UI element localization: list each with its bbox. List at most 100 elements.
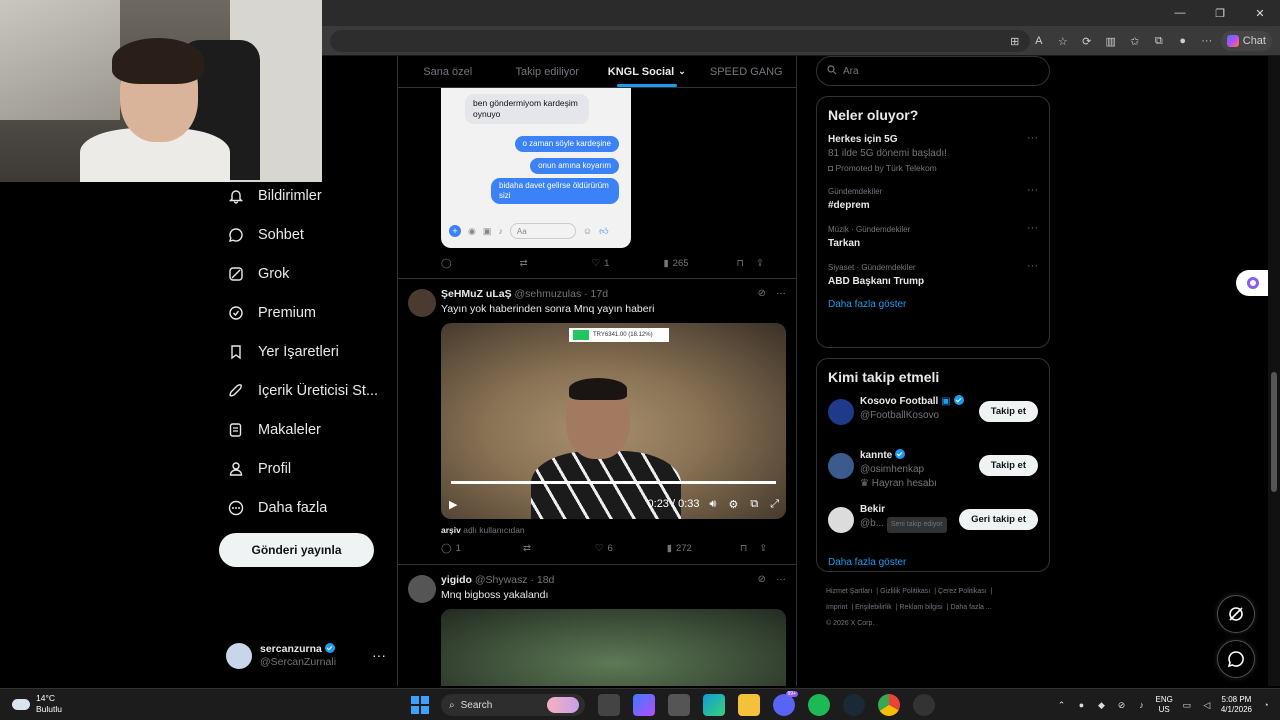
scrollbar-thumb[interactable] [1271, 372, 1277, 492]
post-timestamp[interactable]: · 17d [584, 288, 608, 300]
search-input[interactable]: Ara [816, 56, 1050, 86]
copilot-app-icon[interactable] [633, 694, 655, 716]
bookmark-button[interactable]: ⊓ [737, 258, 744, 269]
more-icon[interactable]: ··· [1027, 259, 1038, 273]
post-image-chat-screenshot[interactable]: ben göndermiyom kardeşim oynuyo o zaman … [441, 88, 631, 248]
nav-articles[interactable]: Makaleler [218, 410, 393, 449]
suggested-account[interactable]: Kosovo Football ▣ @FootballKosovo Takip … [828, 395, 1038, 439]
more-icon[interactable]: ··· [776, 288, 786, 299]
nav-chat[interactable]: Sohbet [218, 215, 393, 254]
display-icon[interactable]: ▭ [1181, 699, 1193, 711]
show-more-link[interactable]: Daha fazla göster [828, 299, 1038, 310]
favorites-icon[interactable]: ✩ [1125, 31, 1145, 51]
trend-item[interactable]: Herkes için 5G 81 ilde 5G dönemi başladı… [828, 132, 1038, 175]
grok-icon[interactable]: ⊘ [758, 574, 766, 585]
post-author-name[interactable]: yigido [441, 574, 472, 586]
chrome-app-icon[interactable] [878, 694, 900, 716]
windows-start-icon[interactable] [411, 696, 429, 714]
avatar[interactable] [408, 575, 436, 603]
more-icon[interactable]: ··· [776, 574, 786, 585]
task-view-icon[interactable] [598, 694, 620, 716]
steam-app-icon[interactable] [843, 694, 865, 716]
tab-following[interactable]: Takip ediliyor [498, 56, 598, 87]
footer-link[interactable]: Çerez Politikası [938, 588, 987, 595]
account-switcher[interactable]: sercanzurna @SercanZurnali ··· [226, 641, 386, 671]
reply-button[interactable]: ◯ [441, 258, 452, 269]
suggested-account[interactable]: Bekir @b... Seni takip ediyor Geri takip… [828, 503, 1038, 547]
post-timestamp[interactable]: · 18d [530, 574, 554, 586]
tab-for-you[interactable]: Sana özel [398, 56, 498, 87]
more-icon[interactable]: ··· [1027, 221, 1038, 235]
like-button[interactable]: ♡ 1 [592, 258, 610, 269]
avatar[interactable] [408, 289, 436, 317]
reply-button[interactable]: ◯ 1 [441, 543, 461, 554]
views-button[interactable]: ▮ 272 [667, 543, 692, 554]
nav-bookmarks[interactable]: Yer İşaretleri [218, 332, 393, 371]
spotify-app-icon[interactable] [808, 694, 830, 716]
like-button[interactable]: ♡ 6 [595, 543, 613, 554]
trend-item[interactable]: Siyaset · Gündemdekiler ABD Başkanı Trum… [828, 259, 1038, 289]
footer-link[interactable]: Daha fazla ... [950, 604, 991, 611]
messages-fab-button[interactable] [1217, 640, 1255, 678]
split-screen-icon[interactable]: ▥ [1101, 31, 1121, 51]
chevron-up-icon[interactable]: ⌃ [1056, 699, 1068, 711]
minimize-button[interactable]: — [1160, 0, 1200, 26]
nav-creator-studio[interactable]: İçerik Üreticisi St... [218, 371, 393, 410]
show-more-link[interactable]: Daha fazla göster [828, 557, 1038, 568]
share-button[interactable]: ⇪ [756, 258, 764, 269]
obs-app-icon[interactable] [913, 694, 935, 716]
profile-icon[interactable]: ● [1173, 31, 1193, 51]
fullscreen-icon[interactable]: ⤢ [770, 498, 779, 511]
tab-speed-gang[interactable]: SPEED GANG [697, 56, 797, 87]
file-explorer-icon[interactable] [738, 694, 760, 716]
post[interactable]: yigido @Shywasz · 18d ⊘ ··· Mnq bigboss … [398, 564, 796, 686]
nav-more[interactable]: Daha fazla [218, 488, 393, 527]
close-button[interactable]: ✕ [1240, 0, 1280, 26]
footer-link[interactable]: Reklam bilgisi [900, 604, 943, 611]
nav-notifications[interactable]: Bildirimler [218, 176, 393, 215]
repost-button[interactable]: ⇄ [523, 543, 531, 554]
post-button[interactable]: Gönderi yayınla [219, 533, 374, 567]
footer-link[interactable]: Imprint [826, 604, 847, 611]
network-off-icon[interactable]: ⊘ [1116, 699, 1128, 711]
follow-button[interactable]: Takip et [978, 455, 1038, 476]
nav-premium[interactable]: Premium [218, 293, 393, 332]
notification-bell-icon[interactable]: ◔ [1260, 699, 1272, 711]
discord-app-icon[interactable]: 99+ [773, 691, 798, 716]
nav-profile[interactable]: Profil [218, 449, 393, 488]
repost-button[interactable]: ⇄ [520, 258, 528, 269]
tab-kngl-social[interactable]: KNGL Social ⌄ [597, 56, 697, 87]
views-button[interactable]: ▮ 265 [663, 258, 688, 269]
taskbar-search[interactable]: ⌕ Search [441, 694, 585, 716]
footer-link[interactable]: Gizlilik Politikası [880, 588, 930, 595]
trend-item[interactable]: Müzik · Gündemdekiler Tarkan ··· [828, 221, 1038, 251]
share-button[interactable]: ⇪ [759, 543, 767, 554]
trend-item[interactable]: Gündemdekiler #deprem ··· [828, 183, 1038, 213]
weather-widget[interactable]: 14°C Bulutlu [12, 693, 62, 715]
grok-icon[interactable]: ⊘ [758, 288, 766, 299]
apps-icon[interactable]: ⊞ [1005, 31, 1025, 51]
follow-button[interactable]: Takip et [978, 401, 1038, 422]
settings-gear-icon[interactable]: ⚙ [728, 498, 738, 511]
pip-icon[interactable]: ⧉ [750, 498, 758, 511]
copilot-chat-button[interactable]: Chat [1220, 31, 1272, 51]
language-indicator[interactable]: ENG US [1156, 695, 1173, 715]
restore-button[interactable]: ❐ [1200, 0, 1240, 26]
volume-icon[interactable]: 🔊︎ [710, 498, 717, 511]
video-progress-bar[interactable] [451, 481, 776, 484]
footer-link[interactable]: Erişilebilirlik [855, 604, 892, 611]
suggested-account[interactable]: kannte @osimhenkap ♛ Hayran hesabı Takip… [828, 449, 1038, 493]
mic-icon[interactable]: ♪ [1136, 699, 1148, 711]
play-icon[interactable]: ▶ [449, 498, 457, 511]
clock[interactable]: 5:08 PM 4/1/2026 [1221, 695, 1252, 715]
sidebar-toggle-handle[interactable] [1236, 270, 1270, 296]
post-author-handle[interactable]: @Shywasz [475, 574, 528, 586]
url-field[interactable] [330, 30, 1030, 52]
grok-fab-button[interactable] [1217, 595, 1255, 633]
footer-link[interactable]: Hizmet Şartları [826, 588, 872, 595]
edge-app-icon[interactable] [703, 694, 725, 716]
page-scrollbar[interactable] [1268, 56, 1280, 686]
steam-tray-icon[interactable]: ◆ [1096, 699, 1108, 711]
follow-back-button[interactable]: Geri takip et [959, 509, 1038, 530]
more-icon[interactable]: ··· [1027, 183, 1038, 197]
